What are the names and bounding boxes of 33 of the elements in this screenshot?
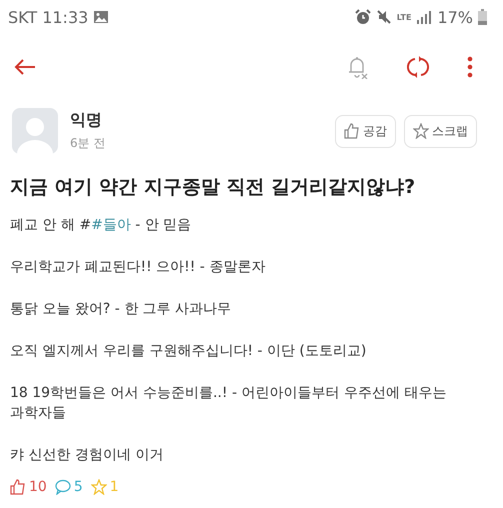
star-icon xyxy=(90,479,107,495)
like-button[interactable]: 공감 xyxy=(335,114,396,148)
back-arrow-icon[interactable] xyxy=(14,58,36,76)
alarm-icon xyxy=(354,9,371,25)
battery-icon xyxy=(478,9,487,25)
thumbs-up-icon xyxy=(344,123,360,139)
speech-bubble-icon xyxy=(54,479,71,495)
scrap-button[interactable]: 스크랩 xyxy=(404,114,477,148)
hashtag-link[interactable]: #들아 xyxy=(91,217,131,233)
battery-percent: 17% xyxy=(437,8,473,26)
avatar-icon xyxy=(12,108,58,154)
post-paragraph: 통닭 오늘 왔어? - 한 그루 사과나무 xyxy=(10,300,232,319)
comments-count: 5 xyxy=(74,479,83,495)
post-paragraph: 캬 신선한 경험이네 이거 xyxy=(10,446,164,465)
likes-count: 10 xyxy=(29,479,47,495)
post-paragraph: 오직 엘지께서 우리를 구원해주십니다! - 이단 (도토리교) xyxy=(10,342,368,361)
signal-icon xyxy=(416,10,432,24)
post-paragraph: 18 19학번들은 어서 수능준비를..! - 어린아이들부터 우주선에 태우는 과학자들 xyxy=(10,384,448,423)
post-time: 6분 전 xyxy=(70,135,106,152)
mute-icon xyxy=(376,9,392,25)
network-type: LTE xyxy=(396,12,412,22)
thumbs-up-icon xyxy=(10,479,26,495)
more-menu-icon[interactable] xyxy=(467,56,473,78)
author-name: 익명 xyxy=(70,110,103,131)
post-paragraph: 폐교 안 해 ##들아 - 안 믿음 xyxy=(10,216,192,235)
carrier-name: SKT xyxy=(8,8,38,26)
image-icon xyxy=(93,10,110,24)
star-icon xyxy=(413,123,429,139)
scraps-count: 1 xyxy=(110,479,119,495)
clock-time: 11:33 xyxy=(42,8,88,26)
refresh-icon[interactable] xyxy=(407,55,429,79)
post-paragraph: 우리학교가 폐교된다!! 으아!! - 종말론자 xyxy=(10,258,266,277)
post-title: 지금 여기 약간 지구종말 직전 길거리같지않냐? xyxy=(10,175,416,200)
